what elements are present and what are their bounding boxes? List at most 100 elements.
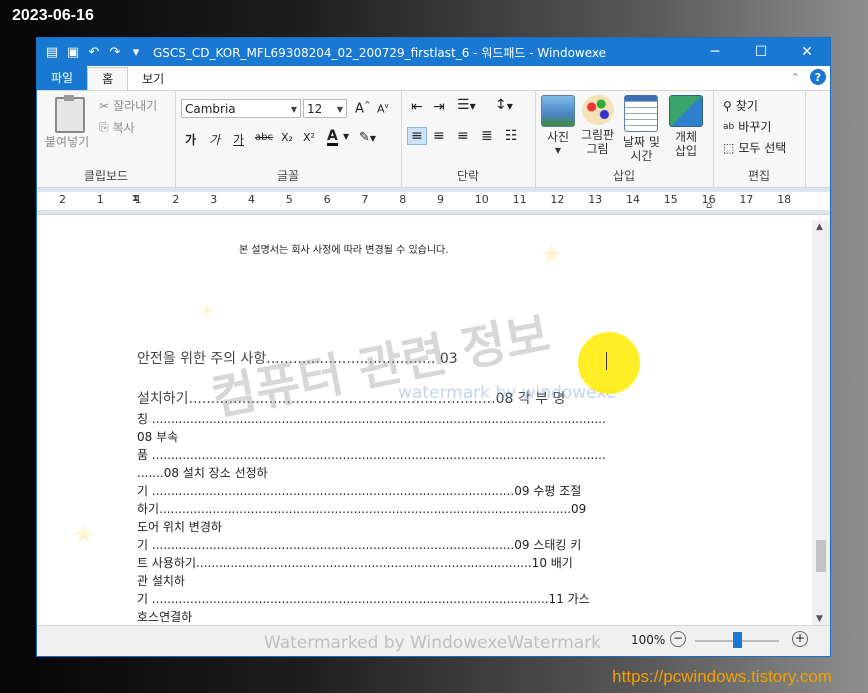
date-stamp: 2023-06-16 [12,7,94,24]
minimize-icon[interactable]: ─ [692,38,738,66]
align-left-icon[interactable]: ≡ [407,127,427,145]
paste-button[interactable]: 붙여넣기 [45,133,89,150]
paste-label: 붙여넣기 [45,135,90,149]
ruler-number: 17 [739,193,754,206]
replace-button[interactable]: ab 바꾸기 [723,118,771,135]
scroll-down-icon[interactable]: ▼ [816,614,823,624]
site-url: https://pcwindows.tistory.com [612,667,832,686]
font-group: Cambria ▼ 12 ▼ A^ Av 가 가 가 abc X₂ X² A ▼… [175,91,402,187]
insert-object-button[interactable]: 개체 삽입 [669,95,703,158]
chevron-down-icon: ▼ [290,105,297,114]
grow-font-icon[interactable]: A^ [355,100,371,116]
paste-icon[interactable] [55,95,85,133]
ruler-number: 8 [399,193,407,206]
shrink-font-icon[interactable]: Av [377,102,389,116]
paragraph-settings-icon[interactable]: ☷ [505,128,518,144]
ruler-number: 2 [59,193,66,206]
palette-icon [581,95,614,125]
select-all-button[interactable]: ⬚ 모두 선택 [723,139,786,156]
bullets-icon[interactable]: ☰▼ [457,97,476,113]
ruler-number: 4 [248,193,255,206]
highlight-icon[interactable]: ✎▼ [359,130,376,145]
quick-access-toolbar: ▤ ▣ ↶ ↷ ▾ [37,43,145,61]
font-family-select[interactable]: Cambria ▼ [181,99,301,118]
ruler-number: 10 [474,193,489,206]
zoom-out-icon[interactable]: − [670,631,686,647]
select-all-label: 모두 선택 [738,141,787,155]
save-icon[interactable]: ▣ [64,43,82,61]
copy-icon: ⎘ [99,120,109,134]
close-icon[interactable]: ✕ [784,38,830,66]
app-icon[interactable]: ▤ [43,43,61,61]
zoom-in-icon[interactable]: + [792,631,808,647]
copy-button[interactable]: ⎘ 복사 [99,119,135,136]
insert-picture-button[interactable]: 사진 ▼ [541,95,575,158]
binoculars-icon: ⚲ [723,98,732,113]
strikethrough-button[interactable]: abc [255,132,273,143]
toc-line: 하기......................................… [137,502,587,516]
font-size-value: 12 [307,102,323,116]
redo-icon[interactable]: ↷ [106,43,124,61]
watermark-blue: watermark by windowexe [398,383,617,403]
insert-picture-label: 사진 [546,130,570,144]
tab-home[interactable]: 홈 [87,67,129,90]
underline-button[interactable]: 가 [233,131,244,148]
undo-icon[interactable]: ↶ [85,43,103,61]
object-icon [669,95,703,127]
subscript-button[interactable]: X₂ [281,131,293,144]
object-label-line1: 개체 [674,130,698,144]
increase-indent-icon[interactable]: ⇥ [433,99,445,115]
italic-button[interactable]: 가 [209,131,220,148]
paint-drawing-button[interactable]: 그림판 그림 [581,95,614,156]
ruler[interactable]: 2 1 1 2 3 4 5 6 7 8 9 10 11 12 13 14 15 16 17 18 ⧗ ⌂ [37,188,830,215]
toc-line: 기 ......................................… [137,592,590,606]
document-area[interactable]: 본 설명서는 회사 사정에 따라 변경될 수 있습니다. 안전을 위한 주의 사… [37,220,812,626]
font-color-button[interactable]: A [327,129,338,146]
collapse-ribbon-icon[interactable]: ⌃ [791,71,800,84]
justify-icon[interactable]: ≣ [481,128,493,144]
decrease-indent-icon[interactable]: ⇤ [411,99,423,115]
bold-button[interactable]: 가 [185,131,196,148]
superscript-button[interactable]: X² [303,131,315,144]
find-button[interactable]: ⚲ 찾기 [723,97,758,114]
decorative-star-icon: ★ [72,520,96,550]
toc-line: 관 설치하 [137,574,185,588]
zoom-slider-thumb[interactable] [733,632,742,648]
replace-icon: ab [723,121,735,132]
document-note: 본 설명서는 회사 사정에 따라 변경될 수 있습니다. [239,245,449,256]
ruler-number: 3 [210,193,218,206]
chevron-down-icon: ▼ [554,146,562,155]
vertical-scrollbar[interactable]: ▲ ▼ [812,220,830,626]
ribbon-right-controls: ⌃ ? [791,69,826,85]
scroll-thumb[interactable] [816,540,826,572]
ruler-number: 12 [550,193,565,206]
customize-qat-icon[interactable]: ▾ [127,43,145,61]
font-color-dropdown-icon[interactable]: ▼ [343,132,349,141]
cut-button[interactable]: ✂ 잘라내기 [99,97,157,114]
tab-file[interactable]: 파일 [37,66,88,90]
maximize-icon[interactable]: ☐ [738,38,784,66]
align-center-icon[interactable]: ≡ [433,128,445,144]
editing-group: ⚲ 찾기 ab 바꾸기 ⬚ 모두 선택 편집 [713,91,806,187]
ruler-number: 5 [285,193,293,206]
watermark-bottom: Watermarked by WindowexeWatermark [264,633,602,653]
window-title: GSCS_CD_KOR_MFL69308204_02_200729_firstl… [153,45,607,60]
cut-label: 잘라내기 [113,99,158,113]
datetime-label-line1: 날짜 및 [623,135,660,149]
align-right-icon[interactable]: ≡ [457,128,469,144]
ruler-number: 11 [512,193,527,206]
line-spacing-icon[interactable]: ↕▼ [495,97,513,113]
left-indent-marker[interactable]: ⧗ [132,193,139,204]
paragraph-group-label: 단락 [456,169,480,183]
decorative-star-icon: ★ [200,300,215,319]
font-size-select[interactable]: 12 ▼ [303,99,347,118]
scroll-up-icon[interactable]: ▲ [816,222,823,232]
help-icon[interactable]: ? [810,69,826,85]
ribbon: 붙여넣기 ✂ 잘라내기 ⎘ 복사 클립보드 Cambria ▼ 12 ▼ A^ [37,90,830,188]
tab-view[interactable]: 보기 [128,68,178,90]
toc-line: 품 ......................................… [137,448,606,462]
copy-label: 복사 [112,121,135,135]
ruler-number: 9 [437,193,444,206]
datetime-button[interactable]: 날짜 및 시간 [623,95,660,163]
right-indent-marker[interactable]: ⌂ [706,200,712,211]
